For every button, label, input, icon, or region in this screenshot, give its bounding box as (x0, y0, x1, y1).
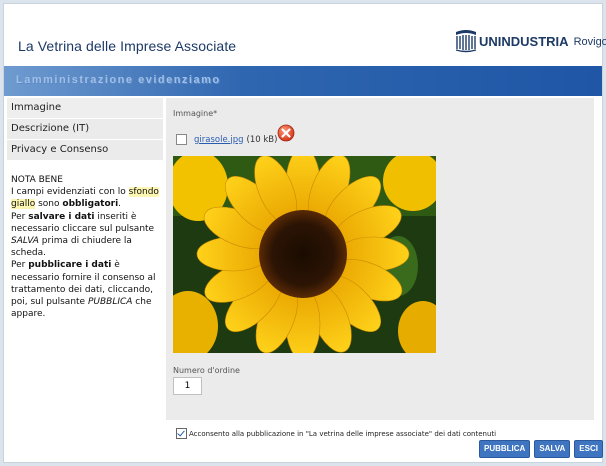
note-em: SALVA (11, 236, 39, 247)
note-save: Per salvare i dati inseriti è necessario… (11, 211, 161, 260)
logo-mark-icon (455, 30, 477, 53)
form-panel: Immagine* girasole.jpg (10 kB) Numero d'… (166, 98, 594, 420)
section-banner: Lamministrazione evidenziamo (4, 66, 602, 96)
delete-icon[interactable] (277, 124, 295, 142)
logo-name: UNINDUSTRIA (479, 33, 569, 49)
note-text: Per (11, 211, 29, 222)
consent-label: Acconsento alla pubblicazione in "La vet… (189, 429, 497, 438)
note-text: sono (35, 199, 63, 210)
file-select-checkbox[interactable] (176, 134, 187, 145)
sidebar: Immagine Descrizione (IT) Privacy e Cons… (7, 98, 163, 161)
consent-row: Acconsento alla pubblicazione in "La vet… (176, 428, 496, 439)
note-heading: NOTA BENE (11, 175, 63, 185)
action-bar: PUBBLICA SALVA ESCI (479, 440, 603, 458)
note-em: PUBBLICA (87, 297, 133, 308)
file-link[interactable]: girasole.jpg (194, 135, 244, 145)
banner-title: Lamministrazione evidenziamo (16, 74, 221, 86)
file-row: girasole.jpg (10 kB) (176, 134, 277, 145)
unindustria-logo: UNINDUSTRIA Rovigo (454, 28, 606, 54)
note-publish: Per pubblicare i dati è necessario forni… (11, 259, 161, 320)
sidebar-item-descrizione[interactable]: Descrizione (IT) (7, 119, 163, 140)
sunflower-image (173, 156, 436, 353)
help-note: NOTA BENE I campi evidenziati con lo sfo… (11, 174, 161, 320)
note-text: . (118, 199, 122, 210)
consent-checkbox[interactable] (176, 428, 187, 439)
save-button[interactable]: SALVA (534, 440, 571, 458)
note-required: I campi evidenziati con lo sfondo giallo… (11, 186, 161, 210)
sidebar-item-privacy[interactable]: Privacy e Consenso (7, 140, 163, 161)
page-title: La Vetrina delle Imprese Associate (18, 38, 237, 54)
note-strong: obbligatori (62, 199, 119, 210)
note-strong: pubblicare i dati (28, 260, 112, 271)
file-size: (10 kB) (246, 134, 278, 145)
publish-button[interactable]: PUBBLICA (479, 440, 531, 458)
app-window: La Vetrina delle Imprese Associate UNIND… (3, 3, 606, 463)
order-label: Numero d'ordine (173, 366, 240, 375)
exit-button[interactable]: ESCI (574, 440, 603, 458)
sidebar-item-immagine[interactable]: Immagine (7, 98, 163, 119)
order-input[interactable] (173, 377, 202, 395)
note-text: Per (11, 260, 29, 271)
note-strong: salvare i dati (28, 211, 95, 222)
header: La Vetrina delle Imprese Associate UNIND… (4, 4, 606, 66)
note-text: I campi evidenziati con lo (11, 187, 129, 198)
image-label: Immagine* (173, 109, 218, 118)
logo-subtitle: Rovigo (573, 36, 606, 48)
